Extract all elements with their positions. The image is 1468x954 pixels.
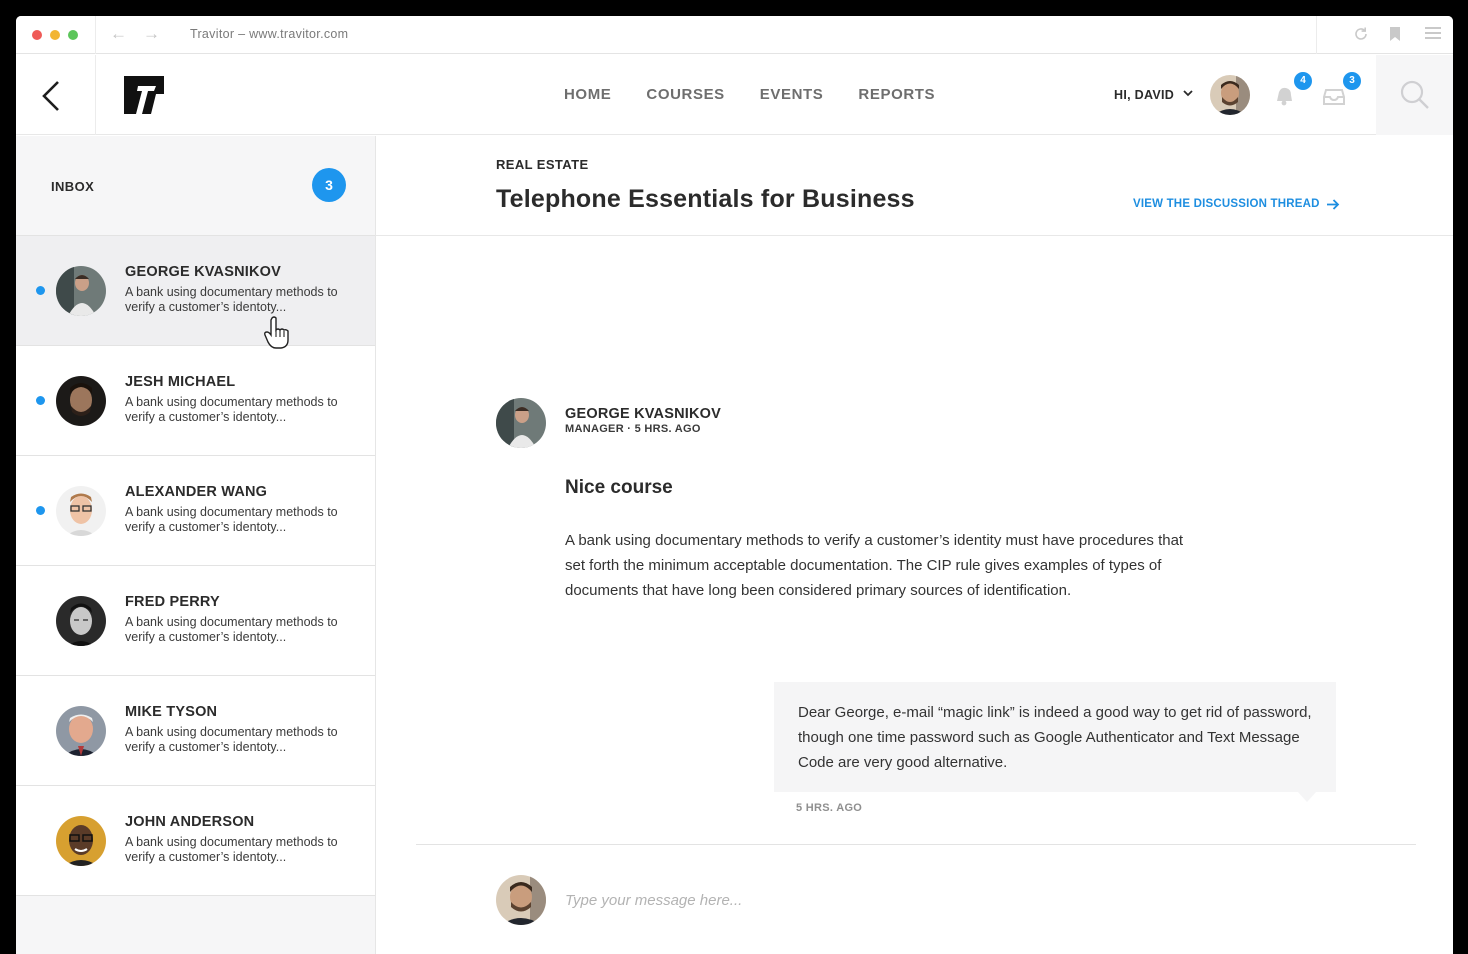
conversation-item[interactable]: GEORGE KVASNIKOV A bank using documentar…	[16, 236, 375, 346]
arrow-right-icon	[1326, 198, 1339, 210]
unread-indicator	[36, 396, 45, 405]
page-title: Telephone Essentials for Business	[496, 185, 915, 213]
message-author[interactable]: GEORGE KVASNIKOV	[565, 406, 721, 422]
conversation-sender: JESH MICHAEL	[125, 374, 236, 390]
search-button[interactable]	[1376, 55, 1453, 135]
avatar	[56, 376, 106, 426]
avatar	[56, 266, 106, 316]
unread-indicator	[36, 286, 45, 295]
divider	[416, 844, 1416, 845]
chevron-left-icon	[42, 81, 59, 111]
browser-toolbar: ← → Travitor – www.travitor.com	[16, 16, 1453, 54]
travitor-logo[interactable]	[124, 76, 164, 114]
message-title: Nice course	[565, 477, 673, 498]
hand-pointer-cursor-icon	[264, 316, 290, 350]
conversation-sender: JOHN ANDERSON	[125, 814, 255, 830]
close-window-button[interactable]	[32, 30, 42, 40]
inbox-sidebar: INBOX 3 GEORGE KVASNIKOV A bank using do…	[16, 136, 376, 954]
conversation-item[interactable]: ALEXANDER WANG A bank using documentary …	[16, 456, 375, 566]
browser-back-icon[interactable]: ←	[110, 24, 127, 44]
user-avatar[interactable]	[1210, 75, 1250, 115]
conversation-item[interactable]: FRED PERRY A bank using documentary meth…	[16, 566, 375, 676]
toolbar-divider	[1316, 16, 1317, 54]
course-header: REAL ESTATE Telephone Essentials for Bus…	[376, 136, 1453, 236]
bookmark-icon[interactable]	[1389, 26, 1401, 42]
browser-menu-icon[interactable]	[1425, 26, 1441, 40]
zoom-window-button[interactable]	[68, 30, 78, 40]
inbox-count-badge: 3	[1343, 72, 1361, 90]
user-greeting[interactable]: HI, DAVID	[1114, 87, 1174, 103]
conversation-preview: A bank using documentary methods to veri…	[125, 505, 338, 534]
address-bar[interactable]: Travitor – www.travitor.com	[190, 27, 348, 41]
discussion-panel: REAL ESTATE Telephone Essentials for Bus…	[376, 136, 1453, 954]
conversation-preview: A bank using documentary methods to veri…	[125, 725, 338, 754]
conversation-preview: A bank using documentary methods to veri…	[125, 395, 338, 424]
inbox-title: INBOX	[51, 179, 95, 194]
notifications-bell-icon[interactable]	[1273, 86, 1295, 106]
conversation-preview: A bank using documentary methods to veri…	[125, 285, 338, 314]
nav-reports[interactable]: REPORTS	[858, 87, 935, 103]
nav-courses[interactable]: COURSES	[646, 87, 724, 103]
avatar[interactable]	[496, 398, 546, 448]
avatar	[56, 486, 106, 536]
nav-home[interactable]: HOME	[564, 87, 611, 103]
nav-events[interactable]: EVENTS	[760, 87, 824, 103]
conversation-item[interactable]: JESH MICHAEL A bank using documentary me…	[16, 346, 375, 456]
course-category: REAL ESTATE	[496, 157, 589, 172]
inbox-unread-badge: 3	[312, 168, 346, 202]
conversation-preview: A bank using documentary methods to veri…	[125, 835, 338, 864]
view-discussion-thread-label: VIEW THE DISCUSSION THREAD	[1133, 198, 1320, 210]
chevron-down-icon[interactable]	[1182, 87, 1194, 101]
conversation-sender: MIKE TYSON	[125, 704, 218, 720]
message-body: A bank using documentary methods to veri…	[565, 532, 1184, 599]
reply-bubble: Dear George, e-mail “magic link” is inde…	[774, 682, 1336, 792]
inbox-tray-icon[interactable]	[1323, 86, 1345, 106]
conversation-sender: GEORGE KVASNIKOV	[125, 264, 282, 280]
browser-forward-icon[interactable]: →	[143, 24, 160, 44]
conversation-sender: ALEXANDER WANG	[125, 484, 268, 500]
reload-icon[interactable]	[1353, 26, 1369, 42]
toolbar-divider	[95, 16, 96, 54]
minimize-window-button[interactable]	[50, 30, 60, 40]
conversation-item[interactable]: MIKE TYSON A bank using documentary meth…	[16, 676, 375, 786]
reply-timestamp: 5 HRS. AGO	[796, 802, 863, 814]
avatar	[56, 706, 106, 756]
bubble-tail	[1298, 792, 1316, 802]
search-icon	[1400, 80, 1429, 109]
message-meta: MANAGER · 5 HRS. AGO	[565, 423, 701, 435]
conversation-preview: A bank using documentary methods to veri…	[125, 615, 338, 644]
conversation-sender: FRED PERRY	[125, 594, 220, 610]
view-discussion-thread-link[interactable]: VIEW THE DISCUSSION THREAD	[1133, 198, 1340, 210]
avatar	[56, 816, 106, 866]
unread-indicator	[36, 506, 45, 515]
avatar	[56, 596, 106, 646]
back-button[interactable]	[16, 55, 96, 135]
conversation-item[interactable]: JOHN ANDERSON A bank using documentary m…	[16, 786, 375, 896]
message-input[interactable]	[565, 886, 1265, 914]
main-navigation: HOME COURSES EVENTS REPORTS	[564, 87, 935, 103]
inbox-header: INBOX 3	[16, 136, 375, 236]
notifications-count-badge: 4	[1294, 72, 1312, 90]
app-header: HOME COURSES EVENTS REPORTS HI, DAVID 4	[16, 55, 1453, 135]
browser-window: ← → Travitor – www.travitor.com HOME COU…	[16, 16, 1453, 954]
avatar	[496, 875, 546, 925]
